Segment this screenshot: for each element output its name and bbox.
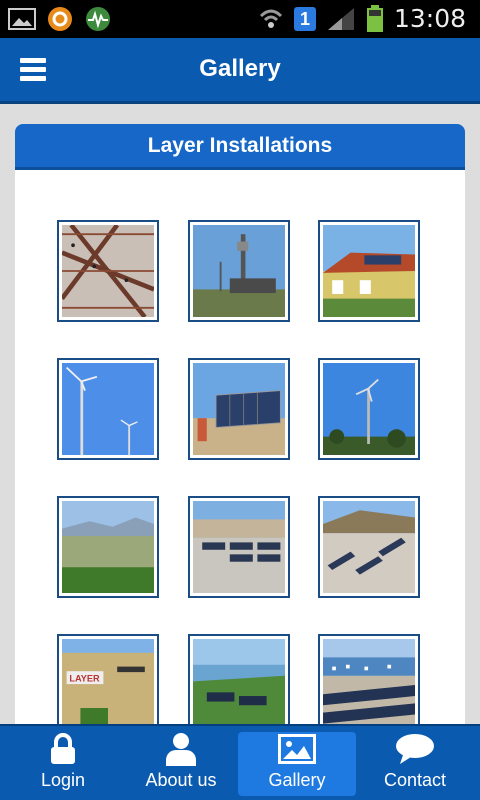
nav-login-label: Login — [40, 770, 86, 790]
page-title: Gallery — [199, 55, 281, 82]
thumb-layer-building[interactable]: LAYER — [57, 634, 159, 736]
picture-icon — [8, 6, 36, 32]
rooftop-array-image — [323, 501, 415, 593]
antenna-tower-image — [193, 225, 285, 317]
bottom-nav: Login About us Gallery Contact — [0, 724, 480, 800]
thumb-house-roof[interactable] — [318, 220, 420, 322]
image-icon — [238, 732, 356, 766]
pergola-panels-image — [60, 223, 155, 319]
thumb-rooftop-array-2[interactable] — [318, 496, 420, 598]
activity-icon — [84, 6, 112, 32]
section-title: Layer Installations — [15, 124, 465, 170]
wind-turbine-image — [62, 363, 154, 455]
orange-app-icon — [46, 6, 74, 32]
signal-icon — [327, 7, 354, 30]
status-bar: 1 13:08 — [0, 0, 480, 38]
wind-turbine-image — [323, 363, 415, 455]
nav-contact-label: Contact — [383, 770, 447, 790]
thumb-pergola-panels[interactable] — [57, 220, 159, 322]
lock-icon — [4, 732, 122, 766]
status-right-icons: 1 13:08 — [258, 4, 466, 33]
solar-frame-image — [193, 363, 285, 455]
nav-login[interactable]: Login — [4, 732, 122, 796]
house-roof-image — [323, 225, 415, 317]
layer-building-image: LAYER — [62, 639, 154, 731]
thumb-solar-frame[interactable] — [188, 358, 290, 460]
nav-about-us-label: About us — [145, 770, 217, 790]
nav-about-us[interactable]: About us — [122, 732, 240, 796]
notification-badge: 1 — [293, 6, 316, 31]
nav-contact[interactable]: Contact — [356, 732, 474, 796]
chat-bubble-icon — [356, 732, 474, 766]
thumb-wind-turbine-2[interactable] — [318, 358, 420, 460]
coastal-array-image — [193, 639, 285, 731]
nav-gallery-label: Gallery — [268, 770, 326, 790]
thumb-rooftop-array-1[interactable] — [188, 496, 290, 598]
thumb-antenna-tower[interactable] — [188, 220, 290, 322]
valley-view-image — [62, 501, 154, 593]
thumb-wind-turbine-1[interactable] — [57, 358, 159, 460]
gallery-panel: Layer Installations LAYER — [15, 124, 465, 744]
app-bar: Gallery — [0, 38, 480, 104]
rooftop-array-image — [193, 501, 285, 593]
harbor-array-image — [323, 639, 415, 731]
battery-icon — [366, 4, 383, 32]
thumb-coastal-array[interactable] — [188, 634, 290, 736]
thumb-harbor-array[interactable] — [318, 634, 420, 736]
thumb-valley-view[interactable] — [57, 496, 159, 598]
user-icon — [122, 732, 240, 766]
layer-logo-text: LAYER — [69, 673, 100, 683]
wifi-icon — [259, 9, 283, 28]
status-time: 13:08 — [393, 4, 466, 33]
nav-gallery[interactable]: Gallery — [238, 732, 356, 796]
status-left-icons — [8, 6, 112, 32]
